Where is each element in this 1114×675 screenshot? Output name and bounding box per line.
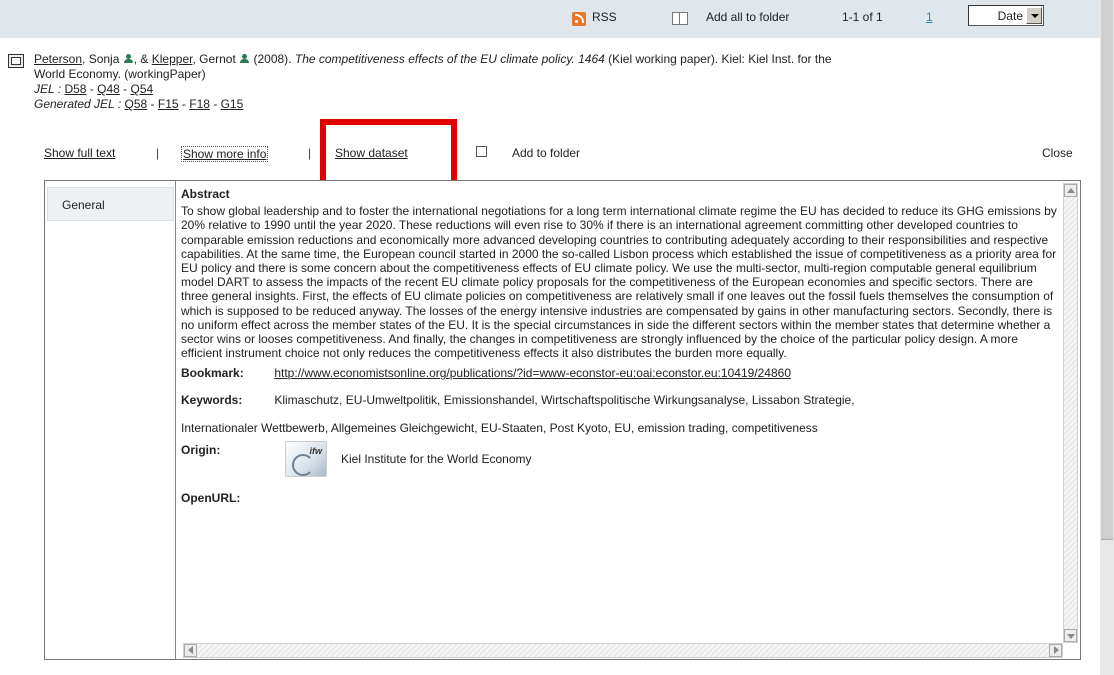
citation-title: The competitiveness effects of the EU cl… — [294, 52, 605, 66]
chevron-down-icon[interactable] — [1026, 7, 1042, 24]
panel-horizontal-scrollbar[interactable] — [183, 643, 1063, 658]
result-range: 1-1 of 1 — [842, 10, 883, 24]
folder-book-icon[interactable] — [672, 12, 688, 25]
panel-content: Abstract To show global leadership and t… — [181, 187, 1061, 505]
generated-jel-code-link[interactable]: F18 — [189, 97, 210, 111]
author-firstname-2: , Gernot — [192, 52, 236, 66]
highlight-box — [320, 119, 457, 187]
author-separator: , & — [133, 52, 152, 66]
jel-separator: - — [178, 97, 190, 111]
detail-panel: General Abstract To show global leadersh… — [44, 180, 1081, 660]
ifw-logo-icon — [285, 441, 327, 478]
origin-name: Kiel Institute for the World Economy — [341, 452, 532, 467]
scroll-up-icon[interactable] — [1064, 184, 1077, 197]
scroll-down-icon[interactable] — [1064, 629, 1077, 642]
bookmark-row: Bookmark: http://www.economistsonline.or… — [181, 366, 1061, 380]
rss-link[interactable]: RSS — [592, 10, 617, 24]
keywords-line2: Internationaler Wettbewerb, Allgemeines … — [181, 420, 818, 435]
show-more-info-link[interactable]: Show more info — [181, 146, 269, 162]
citation-line2: World Economy. (workingPaper) — [34, 67, 206, 81]
jel-label: JEL : — [34, 82, 65, 96]
scroll-right-icon[interactable] — [1049, 644, 1062, 657]
results-toolbar: RSS Add all to folder 1-1 of 1 1 Date — [0, 0, 1100, 38]
close-link[interactable]: Close — [1042, 146, 1073, 160]
jel-separator: - — [147, 97, 158, 111]
author-link-peterson[interactable]: Peterson — [34, 52, 82, 66]
generated-jel-label: Generated JEL : — [34, 97, 125, 111]
keywords-label: Keywords: — [181, 392, 243, 407]
keywords-line1: Klimaschutz, EU-Umweltpolitik, Emissions… — [274, 392, 855, 407]
add-to-folder-label[interactable]: Add to folder — [512, 146, 580, 160]
citation-publisher: (Kiel working paper). Kiel: Kiel Inst. f… — [604, 52, 832, 66]
generated-jel-code-link[interactable]: Q58 — [125, 97, 148, 111]
author-link-klepper[interactable]: Klepper — [152, 52, 193, 66]
rss-icon[interactable] — [572, 12, 586, 26]
generated-jel-code-link[interactable]: F15 — [158, 97, 179, 111]
sort-select-value: Date — [997, 9, 1023, 23]
record-actions: Show full text | Show more info | Show d… — [44, 146, 1084, 164]
author-firstname-1: , Sonja — [82, 52, 120, 66]
keywords-row: Keywords: Klimaschutz, EU-Umweltpolitik,… — [181, 393, 1061, 407]
abstract-heading: Abstract — [181, 187, 230, 201]
citation-year: (2008). — [250, 52, 295, 66]
action-separator: | — [308, 146, 312, 160]
generated-jel-line: Generated JEL : Q58 - F15 - F18 - G15 — [34, 97, 1074, 112]
generated-jel-code-link[interactable]: G15 — [221, 97, 244, 111]
jel-code-link[interactable]: Q48 — [97, 82, 120, 96]
jel-line: JEL : D58 - Q48 - Q54 — [34, 82, 1074, 97]
page-scrollbar-thumb[interactable] — [1101, 0, 1113, 540]
bookmark-url-link[interactable]: http://www.economistsonline.org/publicat… — [274, 366, 791, 380]
jel-separator: - — [119, 82, 131, 96]
action-separator: | — [156, 146, 160, 160]
origin-label: Origin: — [181, 443, 221, 458]
person-icon[interactable] — [123, 54, 133, 64]
jel-code-link[interactable]: D58 — [64, 82, 86, 96]
openurl-label: OpenURL: — [181, 491, 241, 506]
bookmark-label: Bookmark: — [181, 366, 244, 381]
citation: Peterson, Sonja , & Klepper, Gernot (200… — [34, 52, 1074, 112]
jel-separator: - — [86, 82, 98, 96]
abstract-text: To show global leadership and to foster … — [181, 204, 1057, 361]
panel-vertical-scrollbar[interactable] — [1063, 183, 1078, 643]
show-full-text-link[interactable]: Show full text — [44, 146, 115, 160]
person-icon[interactable] — [240, 54, 250, 64]
add-all-to-folder-link[interactable]: Add all to folder — [706, 10, 789, 24]
page-link-1[interactable]: 1 — [926, 10, 933, 24]
origin-row: Origin: Kiel Institute for the World Eco… — [181, 441, 1061, 483]
tab-general[interactable]: General — [47, 187, 174, 221]
page-scrollbar[interactable] — [1100, 0, 1114, 675]
sort-select[interactable]: Date — [968, 5, 1044, 26]
working-paper-icon — [8, 54, 24, 68]
jel-code-link[interactable]: Q54 — [131, 82, 154, 96]
scroll-left-icon[interactable] — [184, 644, 197, 657]
add-to-folder-checkbox[interactable] — [476, 146, 487, 157]
jel-separator: - — [209, 97, 221, 111]
panel-sidebar: General — [45, 181, 176, 659]
